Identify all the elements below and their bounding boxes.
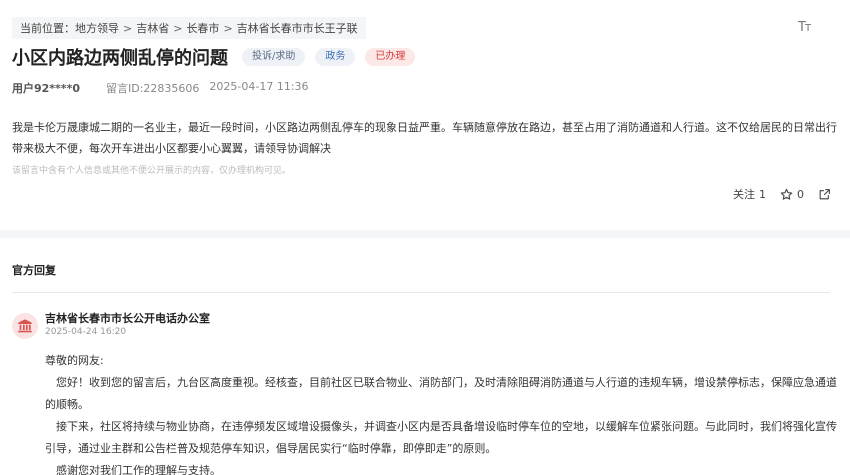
follow-label: 关注	[733, 188, 755, 201]
breadcrumb-current-location[interactable]: 当前位置：地方领导	[20, 20, 119, 36]
breadcrumb-province[interactable]: 吉林省	[136, 20, 169, 36]
star-icon	[780, 188, 793, 201]
section-divider	[0, 230, 850, 238]
title-row: 小区内路边两侧乱停的问题 投诉/求助 政务 已办理	[12, 44, 416, 70]
breadcrumb-separator: >	[123, 21, 133, 35]
department-tag: 政务	[315, 48, 356, 66]
reply-paragraph: 接下来，社区将持续与物业协商，在违停频发区域增设摄像头，并调查小区内是否具备增设…	[45, 420, 837, 455]
reply-date: 2025-04-24 16:20	[45, 327, 127, 337]
reply-paragraph: 感谢您对我们工作的理解与支持。	[56, 464, 221, 475]
star-button[interactable]: 0	[780, 188, 804, 201]
breadcrumb-city[interactable]: 长春市	[186, 20, 219, 36]
page-title: 小区内路边两侧乱停的问题	[12, 48, 228, 69]
breadcrumb-separator: >	[223, 21, 233, 35]
reply-heading: 官方回复	[12, 264, 56, 277]
government-building-icon	[12, 313, 38, 339]
breadcrumb-separator: >	[173, 21, 183, 35]
font-size-small-t: T	[804, 23, 811, 34]
font-size-icon[interactable]: TT	[798, 20, 811, 35]
follow-button[interactable]: 关注 1	[733, 186, 766, 202]
privacy-notice: 该留言中含有个人信息或其他不便公开展示的内容，仅办理机构可见。	[12, 166, 292, 176]
reply-body: 尊敬的网友: 您好！收到您的留言后，九台区高度重视。经核查，目前社区已联合物业、…	[45, 350, 837, 475]
reply-organization: 吉林省长春市市长公开电话办公室	[45, 312, 210, 325]
message-meta: 用户92****0 留言ID:22835606 2025-04-17 11:36	[12, 80, 309, 96]
reply-paragraph: 您好！收到您的留言后，九台区高度重视。经核查，目前社区已联合物业、消防部门，及时…	[45, 376, 837, 411]
breadcrumb-leader[interactable]: 吉林省长春市市长王子联	[237, 20, 358, 36]
status-badge: 已办理	[365, 48, 416, 66]
type-tag: 投诉/求助	[242, 48, 306, 66]
message-actions: 关注 1 0	[733, 186, 845, 202]
share-icon	[818, 188, 831, 201]
reply-divider	[12, 292, 830, 293]
share-button[interactable]	[818, 188, 831, 201]
follow-count: 1	[759, 187, 766, 201]
message-id: 留言ID:22835606	[105, 82, 200, 95]
font-size-big-t: T	[798, 20, 806, 35]
user-name: 用户92****0	[12, 82, 80, 95]
message-content: 我是卡伦万晟康城二期的一名业主，最近一段时间，小区路边两侧乱停车的现象日益严重。…	[12, 121, 837, 155]
breadcrumb: 当前位置：地方领导 > 吉林省 > 长春市 > 吉林省长春市市长王子联	[12, 17, 366, 39]
message-datetime: 2025-04-17 11:36	[209, 80, 309, 93]
star-count: 0	[797, 187, 804, 201]
reply-greeting: 尊敬的网友:	[45, 354, 104, 367]
